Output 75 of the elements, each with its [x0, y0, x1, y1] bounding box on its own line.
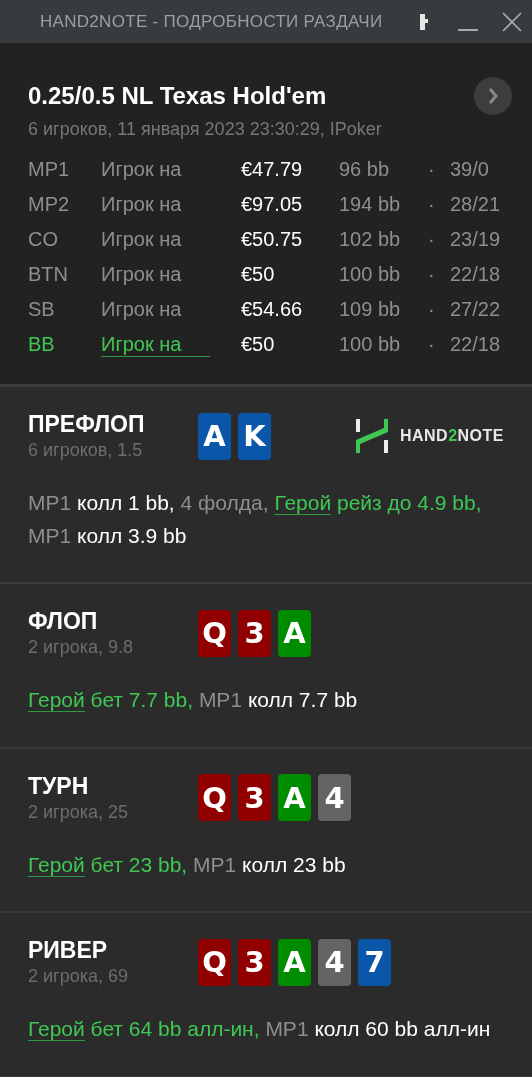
playing-card: K	[238, 412, 271, 460]
playing-card: 7	[358, 938, 391, 986]
position-label: BB	[28, 333, 56, 356]
street-name: ТУРН	[28, 772, 90, 800]
action-line: Герой бет 23 bb, MP1 колл 23 bb	[28, 851, 347, 879]
street-info: 2 игрока, 25	[28, 801, 129, 823]
close-icon[interactable]	[502, 11, 522, 32]
stack-amount: €47.79	[241, 158, 304, 181]
player-stats: 23/19	[450, 228, 501, 251]
stack-amount: €54.66	[241, 298, 304, 321]
logo-text: HAND2NOTE	[399, 427, 504, 445]
action-line: MP1 колл 1 bb, 4 фолда, Герой рейз до 4.9 bb, MP1 колл 3.9 bb	[28, 490, 483, 549]
separator-dot: ·	[428, 158, 436, 181]
chevron-right-icon	[487, 87, 499, 105]
separator-dot: ·	[428, 333, 436, 356]
position-label: BTN	[28, 263, 69, 286]
pin-icon[interactable]	[418, 12, 428, 31]
position-label: CO	[28, 228, 59, 251]
street-info: 6 игроков, 1.5	[28, 440, 144, 461]
logo-icon	[355, 419, 388, 453]
player-name: Игрок на	[101, 298, 183, 321]
stack-bb: 102 bb	[339, 228, 402, 251]
player-name: Игрок на	[101, 263, 183, 286]
player-stats: 22/18	[450, 333, 501, 356]
street-name: ФЛОП	[28, 608, 99, 636]
position-label: MP2	[28, 193, 71, 216]
playing-card: Q	[198, 774, 231, 822]
playing-card: Q	[198, 609, 231, 657]
stack-bb: 96 bb	[339, 158, 391, 181]
stack-bb: 194 bb	[339, 193, 402, 216]
next-button[interactable]	[474, 77, 512, 115]
hero-link[interactable]: Герой	[28, 1017, 85, 1042]
separator-dot: ·	[428, 193, 436, 216]
stack-bb: 100 bb	[339, 263, 402, 286]
playing-card: 3	[238, 609, 271, 657]
playing-card: 4	[318, 774, 351, 822]
window-title: HAND2NOTE - ПОДРОБНОСТИ РАЗДАЧИ	[40, 11, 384, 32]
player-stats: 39/0	[450, 158, 489, 181]
playing-card: A	[278, 774, 311, 822]
stack-bb: 109 bb	[339, 298, 402, 321]
action-line: Герой бет 7.7 bb, MP1 колл 7.7 bb	[28, 687, 359, 715]
street-info: 2 игрока, 69	[28, 966, 129, 988]
playing-card: A	[278, 938, 311, 986]
street-info: 2 игрока, 9.8	[28, 637, 134, 659]
player-name: Игрок на	[101, 228, 183, 251]
separator-dot: ·	[428, 298, 436, 321]
street-name: РИВЕР	[28, 937, 109, 965]
stack-amount: €97.05	[241, 193, 304, 216]
hand-subtitle: 6 игроков, 11 января 2023 23:30:29, IPoker	[28, 119, 383, 140]
player-name: Игрок на	[101, 193, 183, 216]
hero-link[interactable]: Герой	[274, 491, 332, 515]
playing-card: 3	[238, 774, 271, 822]
playing-card: A	[278, 609, 311, 657]
hand-title: 0.25/0.5 NL Texas Hold'em	[28, 82, 327, 110]
player-stats: 22/18	[450, 263, 501, 286]
player-name[interactable]: Игрок на	[101, 333, 210, 357]
position-label: SB	[28, 298, 56, 321]
playing-card: 3	[238, 938, 271, 986]
separator-dot: ·	[428, 228, 436, 251]
stack-amount: €50	[241, 263, 276, 286]
playing-card: 4	[318, 938, 351, 986]
stack-bb: 100 bb	[339, 333, 402, 356]
playing-card: A	[198, 412, 231, 460]
action-line: Герой бет 64 bb алл-ин, MP1 колл 60 bb алл-ин	[28, 1016, 492, 1044]
street-name: ПРЕФЛОП	[28, 411, 146, 438]
stack-amount: €50.75	[241, 228, 304, 251]
player-stats: 27/22	[450, 298, 501, 321]
stack-amount: €50	[241, 333, 276, 356]
separator-dot: ·	[428, 263, 436, 286]
position-label: MP1	[28, 158, 71, 181]
playing-card: Q	[198, 938, 231, 986]
hero-link[interactable]: Герой	[28, 688, 85, 713]
player-name: Игрок на	[101, 158, 183, 181]
hero-link[interactable]: Герой	[28, 852, 85, 877]
player-stats: 28/21	[450, 193, 501, 216]
